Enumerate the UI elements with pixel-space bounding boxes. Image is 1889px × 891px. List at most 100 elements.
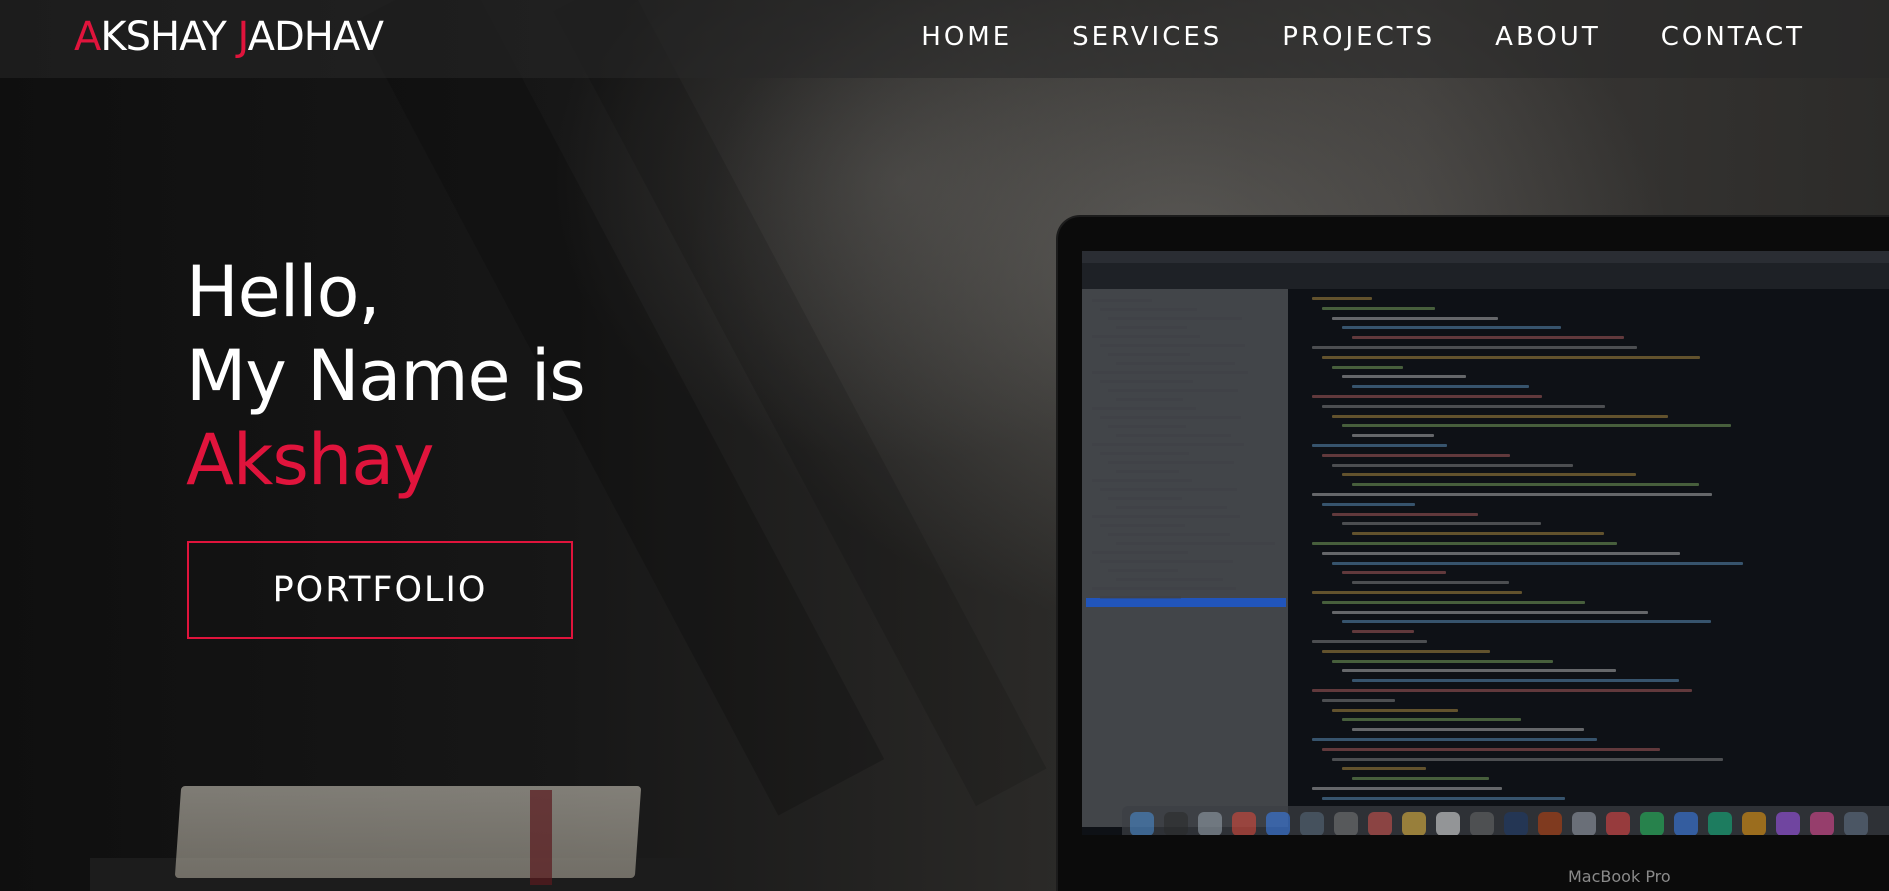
code-line: [1352, 385, 1529, 389]
dock-app-icon: [1606, 812, 1630, 835]
code-line: [1322, 502, 1415, 506]
dock-app-icon: [1470, 812, 1494, 835]
file-tree-item: [1116, 362, 1235, 365]
dock-app-icon: [1130, 812, 1154, 835]
code-line: [1312, 542, 1617, 545]
laptop-screen: [1082, 251, 1889, 835]
code-line: [1342, 424, 1731, 428]
file-tree-item: [1100, 380, 1193, 383]
dock-app-icon: [1708, 812, 1732, 835]
dock-app-icon: [1844, 812, 1868, 835]
file-tree-item: [1092, 299, 1152, 302]
site-logo[interactable]: AKSHAY JADHAV: [74, 14, 384, 60]
dock-app-icon: [1810, 812, 1834, 835]
code-line: [1322, 796, 1565, 800]
code-line: [1322, 747, 1660, 751]
code-line: [1352, 679, 1679, 683]
notebook: [174, 786, 642, 878]
code-line: [1342, 620, 1711, 624]
dock-app-icon: [1300, 812, 1324, 835]
nav-about-link[interactable]: ABOUT: [1495, 22, 1601, 52]
code-line: [1352, 630, 1414, 634]
code-line: [1312, 591, 1522, 594]
dock-app-icon: [1538, 812, 1562, 835]
dock-app-icon: [1232, 812, 1256, 835]
nav-home-link[interactable]: HOME: [921, 22, 1012, 52]
code-line: [1322, 453, 1510, 457]
hero-line-name-is: My Name is: [186, 335, 586, 417]
file-tree-item: [1100, 452, 1189, 455]
dock-app-icon: [1402, 812, 1426, 835]
top-navbar: AKSHAY JADHAV HOME SERVICES PROJECTS ABO…: [0, 0, 1889, 78]
file-tree-item: [1092, 443, 1244, 446]
nav-contact-link[interactable]: CONTACT: [1661, 22, 1805, 52]
code-line: [1332, 316, 1498, 320]
screen-toolbar: [1082, 263, 1889, 289]
file-tree-item: [1092, 335, 1200, 338]
code-line: [1352, 728, 1584, 732]
file-tree-item: [1108, 389, 1238, 392]
code-line: [1332, 512, 1478, 516]
file-tree-item: [1092, 479, 1192, 482]
dock-app-icon: [1198, 812, 1222, 835]
dock-app-icon: [1334, 812, 1358, 835]
dock-app-icon: [1742, 812, 1766, 835]
code-line: [1352, 336, 1624, 340]
file-tree-item: [1116, 398, 1183, 401]
notebook-band: [530, 790, 552, 885]
code-line: [1332, 414, 1668, 418]
code-line: [1352, 581, 1509, 585]
nav-projects-link[interactable]: PROJECTS: [1282, 22, 1435, 52]
code-line: [1332, 365, 1403, 369]
code-line: [1352, 483, 1699, 487]
file-tree-item: [1100, 560, 1233, 563]
code-line: [1312, 787, 1502, 790]
portfolio-button[interactable]: PORTFOLIO: [187, 541, 573, 639]
code-line: [1342, 473, 1636, 477]
file-tree-item: [1092, 587, 1236, 590]
file-tree-item: [1092, 515, 1240, 518]
code-line: [1332, 610, 1648, 614]
file-tree-item: [1100, 308, 1197, 311]
logo-last-name: ADHAV: [247, 14, 384, 60]
code-line: [1322, 355, 1700, 359]
hero-heading: Hello, My Name is Akshay: [186, 250, 586, 502]
dock-app-icon: [1436, 812, 1460, 835]
logo-initial-last: J: [237, 14, 248, 60]
file-tree-item: [1108, 425, 1186, 428]
file-tree-item: [1116, 326, 1187, 329]
code-line: [1342, 522, 1541, 526]
file-tree-item: [1108, 461, 1234, 464]
laptop-image: MacBook Pro: [1058, 217, 1889, 891]
dock-app-icon: [1674, 812, 1698, 835]
file-tree-item: [1108, 353, 1190, 356]
dock-app-icon: [1504, 812, 1528, 835]
code-line: [1312, 640, 1427, 643]
nav-services-link[interactable]: SERVICES: [1072, 22, 1222, 52]
code-line: [1312, 689, 1692, 692]
file-tree-item: [1108, 317, 1242, 320]
code-line: [1322, 404, 1605, 408]
code-line: [1352, 532, 1604, 536]
code-line: [1342, 669, 1616, 673]
logo-initial-first: A: [74, 14, 101, 60]
file-tree-item: [1116, 470, 1179, 473]
code-line: [1352, 434, 1434, 438]
code-line: [1312, 395, 1542, 398]
code-line: [1332, 757, 1723, 761]
file-tree-item: [1092, 407, 1196, 410]
code-line: [1342, 718, 1521, 722]
file-tree-item: [1108, 533, 1230, 536]
code-line: [1332, 561, 1743, 565]
file-tree-item: [1116, 434, 1231, 437]
file-tree-item: [1100, 524, 1185, 527]
nav-menu: HOME SERVICES PROJECTS ABOUT CONTACT: [861, 0, 1805, 74]
hero-line-hello: Hello,: [186, 251, 381, 333]
dock-app-icon: [1640, 812, 1664, 835]
screen-file-tree: [1082, 289, 1288, 827]
file-tree-item: [1116, 506, 1227, 509]
dock-app-icon: [1164, 812, 1188, 835]
code-line: [1322, 306, 1435, 310]
code-line: [1312, 346, 1637, 349]
code-line: [1312, 493, 1712, 496]
